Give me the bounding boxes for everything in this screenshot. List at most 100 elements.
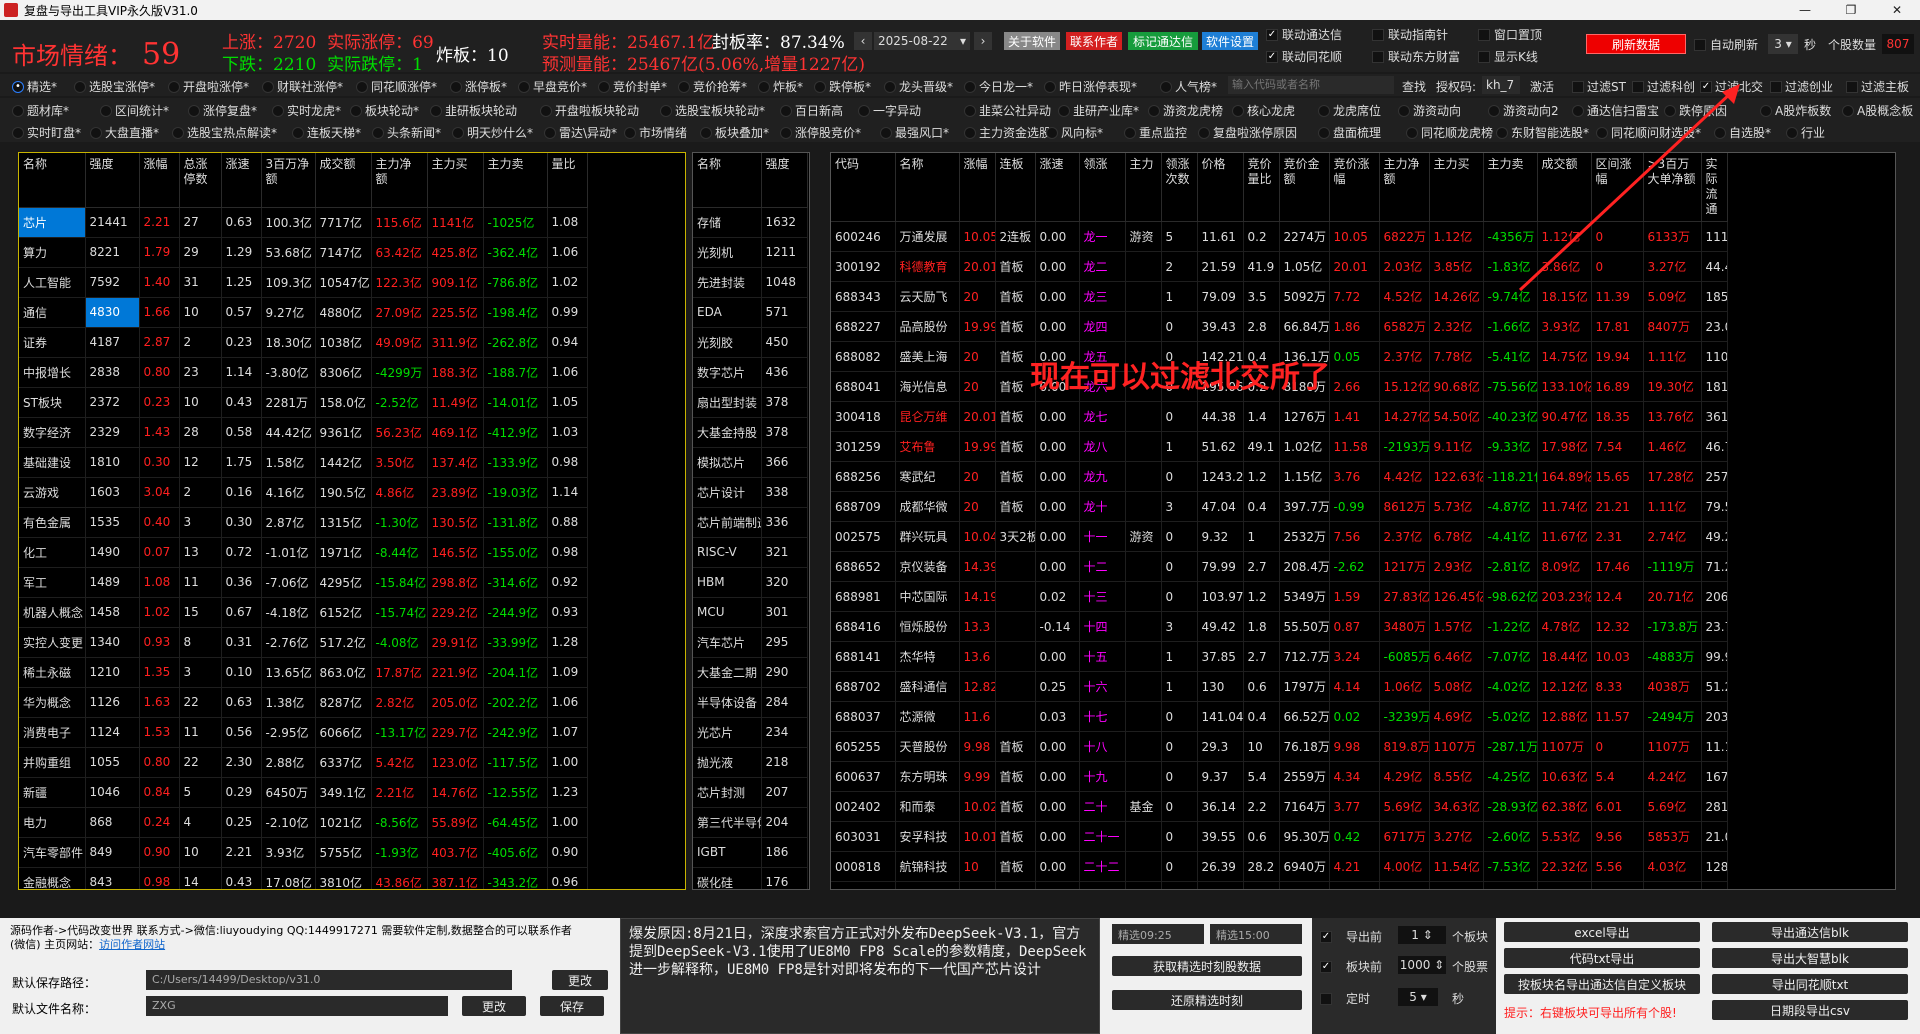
restore-select-button[interactable]: 还原精选时刻 [1112, 990, 1302, 1010]
row3-item[interactable]: 同花顺龙虎榜 [1406, 124, 1493, 141]
column-header[interactable]: 涨幅 [139, 153, 180, 208]
row2-item[interactable]: 区间统计* [100, 102, 169, 119]
row3-item[interactable]: 明天炒什么* [452, 124, 533, 141]
tdx-custom-export-button[interactable]: 按板块名导出通达信自定义板块 [1504, 974, 1700, 994]
radio-zpjj[interactable]: 早盘竞价* [518, 78, 587, 95]
row2-item[interactable]: 板块轮动* [350, 102, 419, 119]
column-header[interactable]: 领涨次数 [1161, 153, 1198, 222]
date-picker[interactable]: 2025-08-22 ▾ [874, 32, 970, 50]
search-button[interactable]: 查找 [1402, 78, 1426, 95]
timer-check[interactable]: 定时 [1320, 990, 1370, 1007]
table-row[interactable]: 688003天准科技11.44 0.37二十三 062.830.3214.1万0.2… [831, 881, 1728, 889]
option-link-ths[interactable]: ✓ 联动同花顺 [1266, 48, 1342, 65]
row2-item[interactable]: A股概念板 [1842, 102, 1913, 119]
date-csv-export-button[interactable]: 日期段导出csv [1712, 1000, 1908, 1020]
row2-item[interactable]: 核心龙虎 [1232, 102, 1295, 119]
auto-refresh-seconds[interactable]: 3 ▾ [1768, 34, 1798, 54]
table-row[interactable]: 半导体设备 284 [693, 687, 808, 718]
row3-item[interactable]: 涨停股竞价* [780, 124, 861, 141]
change-name-button[interactable]: 更改 [462, 996, 526, 1016]
table-row[interactable]: 第三代半导体204 [693, 807, 808, 838]
table-row[interactable]: 600637 东方明珠 9.99 首板 0.00 十九 0 9.37 5.4 2559万 4.34 4… [831, 761, 1728, 792]
row3-item[interactable]: 市场情绪 [624, 124, 687, 141]
radio-ztb[interactable]: 涨停板* [450, 78, 507, 95]
column-header[interactable]: 竞价量比 [1243, 153, 1280, 222]
homepage-link[interactable]: 访问作者网站 [99, 938, 165, 951]
row3-item[interactable]: 复盘啦涨停原因 [1198, 124, 1297, 141]
row3-item[interactable]: 实时盯盘* [12, 124, 81, 141]
option-show-kline[interactable]: 显示K线 [1478, 48, 1538, 65]
table-row[interactable]: 模拟芯片 366 [693, 447, 808, 478]
radio-dtb[interactable]: 跌停板* [814, 78, 871, 95]
row3-item[interactable]: 头条新闻* [372, 124, 441, 141]
column-header[interactable]: 主力买 [1429, 153, 1484, 222]
table-row[interactable]: 芯片封测 207 [693, 777, 808, 808]
export-before-value[interactable]: 1 ⇕ [1398, 926, 1446, 944]
column-header[interactable]: 主力 [1125, 153, 1162, 222]
table-row[interactable]: HBM 320 [693, 567, 808, 598]
table-row[interactable]: 301259 艾布鲁 19.99 首板 0.00 龙八 1 51.62 49.1 1.02亿 11.… [831, 431, 1728, 462]
table-row[interactable]: 稀土永磁 1210 1.35 3 0.10 13.65亿 863.0亿 17.87亿 221.9… [19, 657, 588, 688]
column-header[interactable]: 领涨 [1079, 153, 1126, 222]
table-row[interactable]: 抛光液 218 [693, 747, 808, 778]
column-header[interactable]: 代码 [831, 153, 896, 222]
auto-refresh-toggle[interactable]: 自动刷新 [1694, 36, 1758, 53]
option-window-top[interactable]: 窗口置顶 [1478, 26, 1542, 43]
radio-rqb[interactable]: 人气榜* [1160, 78, 1217, 95]
row2-item[interactable]: 游资龙虎榜 [1148, 102, 1223, 119]
radio-kpl-zt[interactable]: 开盘啦涨停* [168, 78, 249, 95]
row3-item[interactable]: 选股宝热点解读* [172, 124, 277, 141]
file-name-input[interactable]: ZXG [146, 996, 448, 1016]
table-row[interactable]: 芯片 21441 2.21 27 0.63 100.3亿 7717亿 115.6亿 1141亿 -… [19, 207, 588, 238]
table-row[interactable]: 605255 天普股份 9.98 首板 0.00 十八 0 29.3 10 76.18万 9.98 8… [831, 731, 1728, 762]
radio-zrztbx[interactable]: 昨日涨停表现* [1044, 78, 1137, 95]
table-row[interactable]: 汽车芯片 295 [693, 627, 808, 658]
table-row[interactable]: 先进封装 1048 [693, 267, 808, 298]
column-header[interactable]: 主力净额 [1379, 153, 1430, 222]
timer-value[interactable]: 5 ▾ [1398, 988, 1438, 1006]
maximize-icon[interactable]: ❐ [1828, 0, 1874, 20]
contact-author-button[interactable]: 联系作者 [1066, 32, 1122, 50]
table-row[interactable]: 消费电子 1124 1.53 11 0.56 -2.95亿 6066亿 -13.17亿 229.… [19, 717, 588, 748]
tdx-mark-button[interactable]: 标记通达信 [1128, 32, 1198, 50]
row2-item[interactable]: 韭研板块轮动 [430, 102, 517, 119]
radio-zhaban[interactable]: 炸板* [758, 78, 803, 95]
row2-item[interactable]: 龙虎席位 [1318, 102, 1381, 119]
table-row[interactable]: 基础建设 1810 0.30 12 1.75 1.58亿 1442亿 3.50亿 137.4亿 -… [19, 447, 588, 478]
row3-item[interactable]: 主力资金选股* [964, 124, 1057, 141]
table-row[interactable]: RISC-V 321 [693, 537, 808, 568]
column-header[interactable]: 总涨停数 [179, 153, 222, 208]
row2-item[interactable]: 百日新高 [780, 102, 843, 119]
table-row[interactable]: 300418 昆仑万维 20.01 首板 0.00 龙七 0 44.38 1.4 1276万 1.4… [831, 401, 1728, 432]
table-row[interactable]: 通信 4830 1.66 10 0.57 9.27亿 4880亿 27.09亿 225.5亿 -1… [19, 297, 588, 328]
code-txt-export-button[interactable]: 代码txt导出 [1504, 948, 1700, 968]
change-path-button[interactable]: 更改 [552, 970, 608, 990]
table-row[interactable]: 光芯片 234 [693, 717, 808, 748]
column-header[interactable]: 主力买 [427, 153, 484, 208]
radio-xgb-zt[interactable]: 选股宝涨停* [74, 78, 155, 95]
prev-date-button[interactable]: ‹ [854, 32, 872, 50]
row2-item[interactable]: 韭菜公社异动 [964, 102, 1051, 119]
column-header[interactable]: 价格 [1197, 153, 1244, 222]
row3-item[interactable]: 重点监控 [1124, 124, 1187, 141]
radio-cls-zt[interactable]: 财联社涨停* [262, 78, 343, 95]
row3-item[interactable]: 板块叠加* [700, 124, 769, 141]
table-row[interactable]: 算力 8221 1.79 29 1.29 53.68亿 7147亿 63.42亿 425.8亿 -… [19, 237, 588, 268]
table-row[interactable]: 金融概念 843 0.98 14 0.43 17.08亿 3810亿 43.86亿 387.1亿… [19, 867, 588, 889]
table-row[interactable]: 688416 恒烁股份 13.3 -0.14 十四 3 49.42 1.8 55.50万 0.87… [831, 611, 1728, 642]
option-link-znz[interactable]: 联动指南针 [1372, 26, 1448, 43]
table-row[interactable]: 光刻机 1211 [693, 237, 808, 268]
table-row[interactable]: 扇出型封装 378 [693, 387, 808, 418]
table-row[interactable]: 化工 1490 0.07 13 0.72 -1.01亿 1971亿 -8.44亿 146.5亿 -… [19, 537, 588, 568]
table-row[interactable]: 机器人概念 1458 1.02 15 0.67 -4.18亿 6152亿 -15.74亿 229… [19, 597, 588, 628]
table-row[interactable]: 光刻胶 450 [693, 327, 808, 358]
row2-item[interactable]: 题材库* [12, 102, 69, 119]
table-row[interactable]: 芯片设计 338 [693, 477, 808, 508]
radio-ths-zt[interactable]: 同花顺涨停* [356, 78, 437, 95]
row2-item[interactable]: 韭研产业库* [1058, 102, 1139, 119]
row3-item[interactable]: 行业 [1786, 124, 1825, 141]
table-row[interactable]: 688709 成都华微 20 首板 0.00 龙十 3 47.04 0.4 397.7万 -0.99… [831, 491, 1728, 522]
row2-item[interactable]: 游资动向 [1398, 102, 1461, 119]
table-row[interactable]: 电力 868 0.24 4 0.25 -2.10亿 1021亿 -8.56亿 55.89亿 -64… [19, 807, 588, 838]
select-time-2[interactable]: 精选15:00 [1210, 924, 1302, 944]
